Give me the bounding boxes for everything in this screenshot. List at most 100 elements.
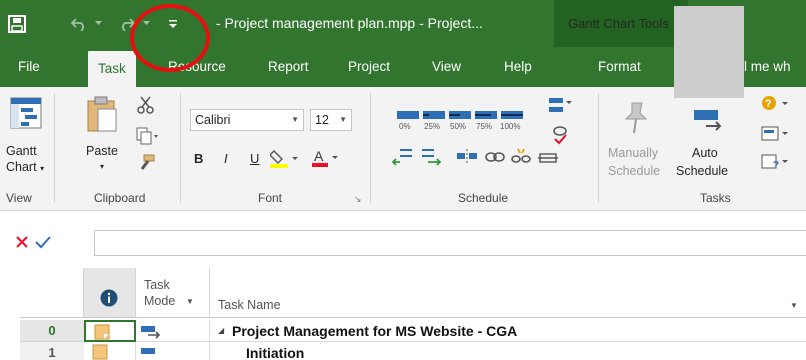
paste-icon[interactable] <box>86 95 118 136</box>
group-divider <box>54 93 55 203</box>
group-label-clipboard: Clipboard <box>94 191 146 205</box>
tab-view[interactable]: View <box>432 47 461 87</box>
indicators-header[interactable] <box>84 268 136 318</box>
svg-text:?: ? <box>773 160 779 171</box>
percent-complete-25-icon[interactable]: 25% <box>422 109 446 134</box>
link-tasks-icon[interactable] <box>484 147 506 170</box>
font-size-select[interactable]: 12 ▼ <box>310 109 352 131</box>
svg-text:25%: 25% <box>424 122 440 131</box>
tab-project[interactable]: Project <box>348 47 390 87</box>
undo-dropdown-icon[interactable] <box>92 0 104 47</box>
note-icon <box>92 344 108 360</box>
window-title: - Project management plan.mpp - Project.… <box>216 15 483 31</box>
group-label-schedule: Schedule <box>458 191 509 205</box>
select-all-corner[interactable] <box>20 268 84 318</box>
undo-icon[interactable] <box>66 0 92 47</box>
chevron-down-icon: ▾ <box>40 164 45 173</box>
tab-format[interactable]: Format <box>598 47 641 87</box>
percent-complete-100-icon[interactable]: 100% <box>500 109 526 134</box>
row-header[interactable]: 1 <box>20 342 84 360</box>
copy-icon[interactable] <box>136 127 158 148</box>
tab-report[interactable]: Report <box>268 47 309 87</box>
move-task-icon[interactable] <box>548 95 574 120</box>
svg-text:?: ? <box>765 98 772 110</box>
row-header[interactable]: 0 <box>20 320 84 342</box>
auto-schedule-label-2: Schedule <box>676 164 729 178</box>
bold-button[interactable]: B <box>194 151 203 167</box>
group-divider <box>598 93 599 203</box>
enter-entry-icon[interactable] <box>34 234 52 253</box>
paste-label[interactable]: Paste <box>86 143 118 159</box>
inactivate-icon[interactable] <box>538 149 560 170</box>
note-icon <box>94 324 110 343</box>
split-task-icon[interactable] <box>456 147 478 170</box>
task-name-cell[interactable]: ◢ Project Management for MS Website - CG… <box>210 320 806 342</box>
task-mode-cell[interactable] <box>136 320 210 342</box>
task-name-header[interactable]: Task Name ▼ <box>210 268 806 318</box>
gantt-chart-label-2: Chart <box>6 160 37 174</box>
auto-scheduled-icon <box>140 345 162 360</box>
unlink-tasks-icon[interactable] <box>510 147 532 170</box>
inspect-icon[interactable]: ? <box>760 94 790 117</box>
task-name-header-label: Task Name <box>218 298 281 312</box>
group-label-font: Font <box>258 191 283 205</box>
group-label-view: View <box>6 191 32 205</box>
font-dialog-launcher-icon[interactable]: ↘ <box>354 191 362 207</box>
annotation-circle <box>130 4 210 72</box>
gantt-chart-button[interactable]: Chart ▾ <box>6 159 44 177</box>
group-label-tasks: Tasks <box>700 191 731 205</box>
cancel-entry-icon[interactable] <box>14 234 30 253</box>
entry-input[interactable] <box>94 230 806 256</box>
save-icon[interactable] <box>2 0 32 47</box>
gantt-chart-label-1[interactable]: Gantt <box>6 143 37 159</box>
ribbon: Gantt Chart ▾ View Paste ▾ Clipboard Cal… <box>0 87 806 211</box>
underline-button[interactable]: U <box>250 151 259 167</box>
italic-button[interactable]: I <box>224 151 228 167</box>
task-name-cell[interactable]: Initiation <box>210 342 806 360</box>
tab-help[interactable]: Help <box>504 47 532 87</box>
manually-schedule-icon[interactable] <box>620 101 650 138</box>
auto-schedule-button[interactable] <box>674 6 744 98</box>
mode-icon[interactable] <box>760 124 790 147</box>
format-painter-icon[interactable] <box>136 153 156 176</box>
font-name-select[interactable]: Calibri ▼ <box>190 109 304 131</box>
paste-dropdown-icon[interactable]: ▾ <box>100 159 104 175</box>
auto-scheduled-icon <box>140 323 162 342</box>
background-color-icon[interactable] <box>269 149 300 172</box>
svg-text:75%: 75% <box>476 122 492 131</box>
group-divider <box>370 93 371 203</box>
task-mode-header[interactable]: Task Mode ▼ <box>136 268 210 318</box>
outdent-task-icon[interactable] <box>391 147 414 170</box>
percent-complete-0-icon[interactable]: 0% <box>396 109 420 134</box>
svg-text:50%: 50% <box>450 122 466 131</box>
chevron-down-icon: ▼ <box>291 115 299 124</box>
indicator-cell[interactable] <box>84 342 136 360</box>
auto-schedule-icon <box>692 102 726 139</box>
tab-file[interactable]: File <box>18 47 40 87</box>
tab-task[interactable]: Task <box>88 51 136 87</box>
respect-links-icon[interactable] <box>550 125 570 150</box>
font-color-icon[interactable]: A <box>312 147 342 172</box>
task-name: Project Management for MS Website - CGA <box>232 323 518 339</box>
task-help-icon[interactable]: ? <box>760 152 790 175</box>
percent-complete-75-icon[interactable]: 75% <box>474 109 498 134</box>
chevron-down-icon: ▼ <box>790 301 798 310</box>
contextual-tab-group-label: Gantt Chart Tools <box>568 16 669 31</box>
task-mode-header-1: Task <box>144 278 170 292</box>
svg-text:100%: 100% <box>500 122 520 131</box>
collapse-triangle-icon[interactable]: ◢ <box>218 323 224 338</box>
cut-icon[interactable] <box>136 95 156 118</box>
chevron-down-icon: ▼ <box>339 115 347 124</box>
percent-complete-50-icon[interactable]: 50% <box>448 109 472 134</box>
chevron-down-icon: ▼ <box>186 297 194 306</box>
auto-schedule-label-1: Auto <box>692 146 718 160</box>
manually-schedule-label-1[interactable]: Manually <box>608 145 658 161</box>
indicator-cell[interactable] <box>84 320 136 342</box>
svg-text:A: A <box>314 148 324 164</box>
task-mode-cell[interactable] <box>136 342 210 360</box>
manually-schedule-label-2[interactable]: Schedule <box>608 163 660 179</box>
info-icon <box>100 289 118 310</box>
group-divider <box>180 93 181 203</box>
indent-task-icon[interactable] <box>420 147 442 170</box>
gantt-chart-icon[interactable] <box>10 97 42 132</box>
